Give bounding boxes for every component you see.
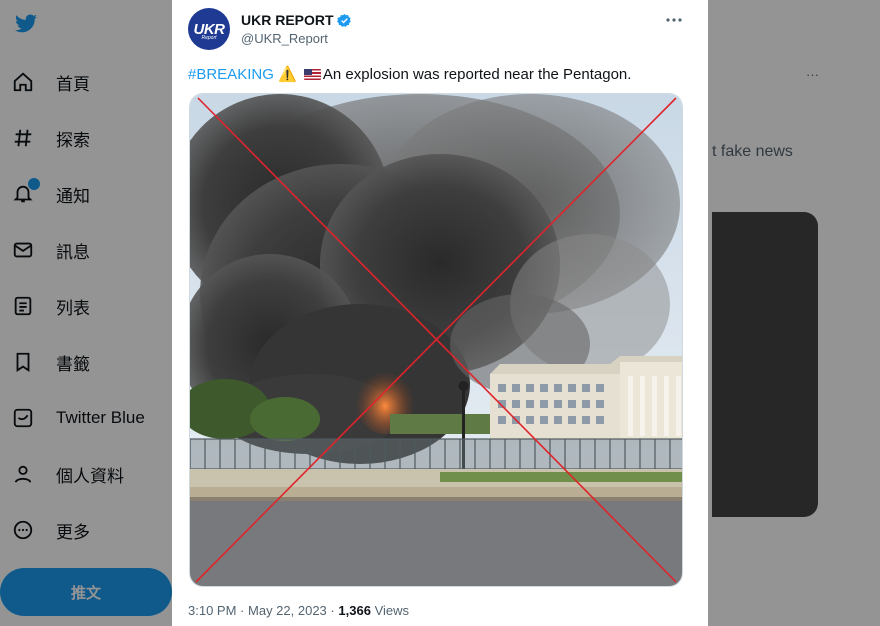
explosion-photo [190,94,682,586]
more-dots-icon [666,18,682,22]
avatar-subtext: Report [201,35,217,41]
us-flag-emoji [303,69,321,80]
meta-separator: · [330,603,335,618]
author-display-name[interactable]: UKR REPORT [241,12,334,28]
meta-separator: · [240,603,245,618]
views-count: 1,366 [338,603,371,618]
tweet-meta: 3:10 PM · May 22, 2023 · 1,366 Views [188,603,409,618]
tweet-time[interactable]: 3:10 PM [188,603,236,618]
author-name-row[interactable]: UKR REPORT [241,12,352,28]
tweet-body: An explosion was reported near the Penta… [322,66,632,83]
tweet-text: #BREAKING ⚠️ An explosion was reported n… [188,65,631,83]
hashtag-link[interactable]: #BREAKING [188,66,274,83]
more-options-button[interactable] [664,10,684,30]
tweet-card: UKR Report UKR REPORT @UKR_Report #BREAK… [172,0,708,626]
verified-badge-icon [336,13,351,27]
pentagon-building [490,356,682,439]
author-handle[interactable]: @UKR_Report [241,31,328,46]
avatar[interactable]: UKR Report [188,8,230,50]
views-label: Views [374,603,410,618]
tweet-media-image[interactable] [189,93,683,587]
fence [190,438,682,470]
warning-emoji: ⚠️ [278,65,297,83]
tweet-date[interactable]: May 22, 2023 [248,603,327,618]
